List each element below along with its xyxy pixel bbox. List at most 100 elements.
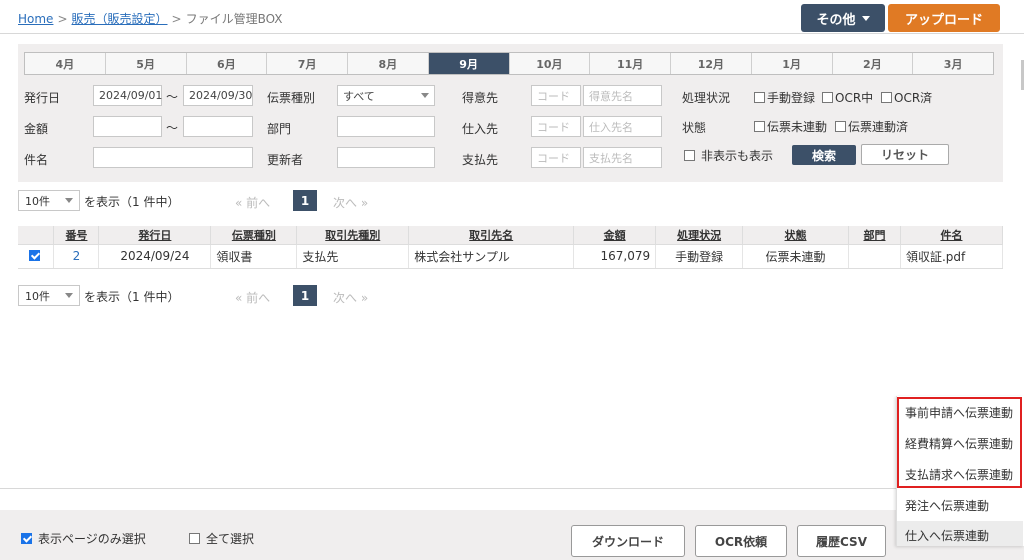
chevron-down-icon [65, 293, 73, 298]
current-page[interactable]: 1 [293, 190, 317, 211]
amount-to-input[interactable] [183, 116, 253, 137]
not-linked-checkbox[interactable]: 伝票未連動 [754, 118, 827, 135]
ocr-done-label: OCR済 [894, 91, 933, 105]
subject-input[interactable] [93, 147, 253, 168]
menu-highlight-box [897, 397, 1022, 488]
reset-button[interactable]: リセット [861, 144, 949, 165]
table-row[interactable]: 2 2024/09/24 領収書 支払先 株式会社サンプル 167,079 手動… [18, 243, 1004, 269]
header-amount[interactable]: 金額 [573, 226, 657, 244]
month-tab[interactable]: 8月 [348, 53, 429, 74]
month-tab-active[interactable]: 9月 [428, 53, 510, 74]
menu-item-purchase[interactable]: 仕入へ伝票連動 [897, 521, 1023, 546]
breadcrumb-separator: > [57, 12, 68, 26]
row-dept [848, 243, 901, 269]
linked-checkbox[interactable]: 伝票連動済 [835, 118, 908, 135]
menu-item-purchase-order[interactable]: 発注へ伝票連動 [905, 497, 989, 514]
amount-from-input[interactable] [93, 116, 162, 137]
month-tab[interactable]: 3月 [913, 53, 993, 74]
search-button[interactable]: 検索 [792, 145, 856, 165]
row-process: 手動登録 [655, 243, 744, 269]
month-tab[interactable]: 11月 [590, 53, 671, 74]
row-no-link[interactable]: 2 [53, 243, 100, 269]
month-tab[interactable]: 10月 [509, 53, 591, 74]
month-tab[interactable]: 12月 [671, 53, 752, 74]
month-tab[interactable]: 5月 [105, 53, 187, 74]
month-tab[interactable]: 1月 [751, 53, 833, 74]
other-menu-button[interactable]: その他 [801, 4, 885, 32]
header-partner-name[interactable]: 取引先名 [408, 226, 575, 244]
department-input[interactable] [337, 116, 435, 137]
payee-name-input[interactable]: 支払先名 [583, 147, 662, 168]
header-partner-type[interactable]: 取引先種別 [296, 226, 410, 244]
breadcrumb-sales-link[interactable]: 販売（販売設定） [72, 12, 168, 26]
current-page[interactable]: 1 [293, 285, 317, 306]
download-button[interactable]: ダウンロード [571, 525, 685, 557]
customer-code-input[interactable]: コード [531, 85, 581, 106]
checkbox-box[interactable] [881, 92, 892, 103]
row-select-cell[interactable] [18, 243, 55, 269]
supplier-code-input[interactable]: コード [531, 116, 581, 137]
checkbox-box[interactable] [835, 121, 846, 132]
header-dept[interactable]: 部門 [848, 226, 901, 244]
select-all-label: 全て選択 [206, 532, 255, 546]
slip-type-select[interactable]: すべて [337, 85, 435, 106]
next-page-link[interactable]: 次へ » [333, 289, 368, 306]
breadcrumb-home-link[interactable]: Home [18, 12, 53, 26]
show-hidden-label: 非表示も表示 [701, 149, 774, 163]
updater-label: 更新者 [267, 153, 304, 167]
result-count-text: を表示（1 件中） [84, 195, 180, 209]
header-no[interactable]: 番号 [53, 226, 100, 244]
row-partner-type: 支払先 [296, 243, 410, 269]
checkbox-box[interactable] [822, 92, 833, 103]
row-date: 2024/09/24 [98, 243, 212, 269]
chevron-down-icon [861, 15, 870, 21]
header-divider [0, 33, 1024, 34]
per-page-value: 10件 [25, 194, 50, 208]
customer-name-input[interactable]: 得意先名 [583, 85, 662, 106]
select-all-checkbox[interactable]: 全て選択 [189, 530, 254, 547]
payee-code-input[interactable]: コード [531, 147, 581, 168]
issue-date-label: 発行日 [24, 91, 61, 105]
per-page-select[interactable]: 10件 [18, 190, 80, 211]
history-csv-button[interactable]: 履歴CSV [797, 525, 886, 557]
header-process[interactable]: 処理状況 [655, 226, 744, 244]
footer-divider [0, 488, 1024, 489]
ocr-in-progress-checkbox[interactable]: OCR中 [822, 89, 873, 106]
header-date[interactable]: 発行日 [98, 226, 212, 244]
tilde-label: 〜 [166, 90, 179, 104]
month-tab[interactable]: 7月 [267, 53, 348, 74]
customer-label: 得意先 [462, 91, 499, 105]
prev-page-link[interactable]: « 前へ [235, 289, 270, 306]
month-tab[interactable]: 6月 [186, 53, 268, 74]
month-tab[interactable]: 4月 [25, 53, 106, 74]
prev-page-link[interactable]: « 前へ [235, 194, 270, 211]
date-to-input[interactable]: 2024/09/30 [183, 85, 253, 106]
ocr-done-checkbox[interactable]: OCR済 [881, 89, 932, 106]
header-status[interactable]: 状態 [742, 226, 850, 244]
updater-input[interactable] [337, 147, 435, 168]
checkbox-box[interactable] [754, 92, 765, 103]
page-only-label: 表示ページのみ選択 [38, 532, 146, 546]
month-tab[interactable]: 2月 [832, 53, 914, 74]
ocr-request-button[interactable]: OCR依頼 [695, 525, 787, 557]
manual-checkbox[interactable]: 手動登録 [754, 89, 815, 106]
header-subject[interactable]: 件名 [900, 226, 1004, 244]
department-label: 部門 [267, 122, 292, 136]
date-from-input[interactable]: 2024/09/01 [93, 85, 162, 106]
per-page-select[interactable]: 10件 [18, 285, 80, 306]
chevron-down-icon [421, 93, 429, 98]
supplier-name-input[interactable]: 仕入先名 [583, 116, 662, 137]
process-status-label: 処理状況 [682, 91, 731, 105]
checkbox-box[interactable] [189, 533, 200, 544]
page-only-checkbox[interactable]: 表示ページのみ選択 [21, 530, 146, 547]
not-linked-label: 伝票未連動 [767, 120, 828, 134]
checkbox-box[interactable] [21, 533, 32, 544]
row-checkbox[interactable] [29, 250, 41, 261]
header-slip-type[interactable]: 伝票種別 [210, 226, 298, 244]
next-page-link[interactable]: 次へ » [333, 194, 368, 211]
checkbox-box[interactable] [684, 150, 695, 161]
show-hidden-checkbox[interactable]: 非表示も表示 [684, 147, 773, 164]
checkbox-box[interactable] [754, 121, 765, 132]
upload-button[interactable]: アップロード [888, 4, 1000, 32]
slip-type-label: 伝票種別 [267, 91, 316, 105]
